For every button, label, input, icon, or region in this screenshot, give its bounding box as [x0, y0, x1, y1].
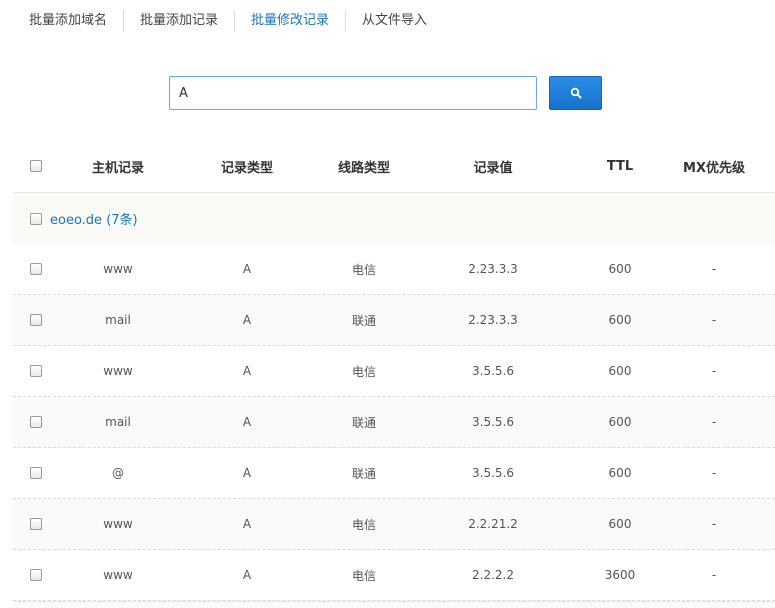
row-checkbox[interactable] [30, 518, 42, 530]
header-value: 记录值 [473, 160, 513, 176]
cell-line: 电信 [351, 568, 376, 583]
row-checkbox[interactable] [30, 314, 42, 326]
header-line: 线路类型 [337, 160, 390, 176]
domain-group-label[interactable]: eoeo.de (7条) [50, 193, 138, 244]
cell-mx: - [711, 466, 717, 480]
search-button[interactable] [549, 76, 602, 110]
cell-value: 2.2.21.2 [468, 517, 518, 531]
header-type: 记录类型 [220, 160, 273, 176]
cell-value: 3.5.5.6 [472, 466, 514, 480]
cell-type: A [242, 262, 252, 276]
cell-line: 联通 [351, 466, 376, 481]
next-group-row [13, 601, 775, 608]
cell-mx: - [711, 364, 717, 378]
cell-type: A [242, 568, 252, 582]
table-row: www A 电信 2.2.2.2 3600 - [13, 550, 775, 601]
cell-host: www [103, 364, 133, 378]
row-checkbox[interactable] [30, 365, 42, 377]
cell-type: A [242, 415, 252, 429]
cell-value: 2.2.2.2 [472, 568, 514, 582]
cell-ttl: 600 [608, 364, 632, 378]
records-table: 主机记录 记录类型 线路类型 记录值 TTL MX优先级 eoeo.de (7条… [13, 140, 775, 601]
cell-line: 联通 [351, 313, 376, 328]
cell-mx: - [711, 313, 717, 327]
cell-value: 2.23.3.3 [468, 262, 518, 276]
tab-import-from-file[interactable]: 从文件导入 [346, 10, 443, 32]
group-checkbox[interactable] [30, 212, 42, 225]
row-checkbox[interactable] [30, 467, 42, 479]
cell-ttl: 600 [608, 313, 632, 327]
cell-host: www [103, 568, 133, 582]
cell-host: mail [105, 313, 131, 327]
cell-type: A [242, 364, 252, 378]
cell-mx: - [711, 517, 717, 531]
cell-host: @ [112, 466, 124, 480]
table-row: www A 电信 3.5.5.6 600 - [13, 346, 775, 397]
table-row: mail A 联通 3.5.5.6 600 - [13, 397, 775, 448]
cell-mx: - [711, 568, 717, 582]
tab-batch-add-domain[interactable]: 批量添加域名 [13, 10, 123, 32]
search-input[interactable] [169, 76, 537, 110]
cell-type: A [242, 466, 252, 480]
cell-value: 3.5.5.6 [472, 415, 514, 429]
table-row: www A 电信 2.23.3.3 600 - [13, 244, 775, 295]
header-ttl: TTL [606, 158, 634, 174]
cell-type: A [242, 517, 252, 531]
cell-mx: - [711, 262, 717, 276]
cell-host: www [103, 262, 133, 276]
table-row: mail A 联通 2.23.3.3 600 - [13, 295, 775, 346]
table-header: 主机记录 记录类型 线路类型 记录值 TTL MX优先级 [13, 140, 775, 193]
cell-host: www [103, 517, 133, 531]
row-checkbox[interactable] [30, 263, 42, 275]
domain-group-row: eoeo.de (7条) [13, 193, 775, 244]
cell-line: 电信 [351, 262, 376, 277]
cell-ttl: 3600 [604, 568, 636, 582]
cell-ttl: 600 [608, 415, 632, 429]
cell-value: 2.23.3.3 [468, 313, 518, 327]
cell-type: A [242, 313, 252, 327]
row-checkbox[interactable] [30, 416, 42, 428]
search-icon [570, 87, 581, 99]
header-host: 主机记录 [91, 160, 144, 176]
cell-line: 电信 [351, 364, 376, 379]
table-row: www A 电信 2.2.21.2 600 - [13, 499, 775, 550]
cell-ttl: 600 [608, 517, 632, 531]
cell-value: 3.5.5.6 [472, 364, 514, 378]
select-all-checkbox[interactable] [30, 160, 42, 172]
header-mx: MX优先级 [683, 160, 745, 176]
tab-bar: 批量添加域名 批量添加记录 批量修改记录 从文件导入 [13, 10, 443, 32]
cell-mx: - [711, 415, 717, 429]
row-checkbox[interactable] [30, 569, 42, 581]
table-row: @ A 联通 3.5.5.6 600 - [13, 448, 775, 499]
tab-batch-add-record[interactable]: 批量添加记录 [124, 10, 234, 32]
cell-host: mail [105, 415, 131, 429]
cell-line: 电信 [351, 517, 376, 532]
cell-ttl: 600 [608, 466, 632, 480]
tab-batch-modify-record[interactable]: 批量修改记录 [235, 10, 345, 32]
cell-ttl: 600 [608, 262, 632, 276]
cell-line: 联通 [351, 415, 376, 430]
